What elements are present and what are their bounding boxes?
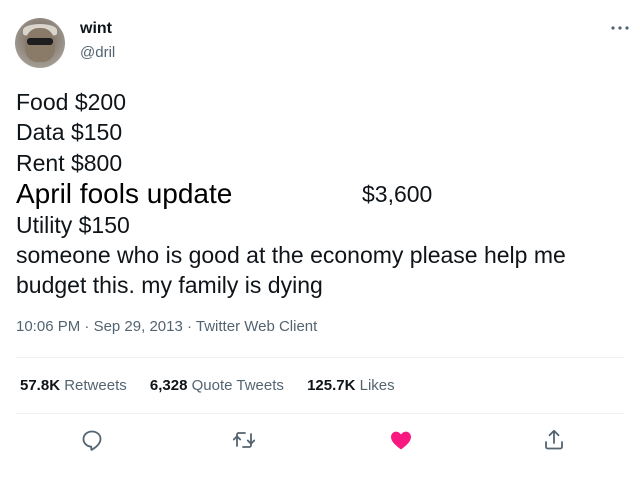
- divider: [16, 357, 624, 358]
- avatar[interactable]: [15, 18, 65, 68]
- retweet-button[interactable]: [230, 426, 258, 454]
- tweet-time[interactable]: 10:06 PM: [16, 318, 80, 335]
- reply-icon: [82, 430, 102, 451]
- tweet-date[interactable]: Sep 29, 2013: [94, 318, 183, 335]
- retweets-label: Retweets: [64, 377, 127, 394]
- divider: [16, 413, 624, 414]
- tweet-actions: [0, 426, 640, 456]
- quote-tweets-label: Quote Tweets: [191, 377, 284, 394]
- user-handle[interactable]: @dril: [80, 44, 115, 61]
- heart-filled-icon: [391, 431, 411, 450]
- tweet-line-april-fools-amount: $3,600: [362, 181, 433, 207]
- like-button[interactable]: [387, 426, 415, 454]
- tweet-line-utility: Utility $150: [16, 212, 130, 238]
- likes-stat[interactable]: 125.7K Likes: [307, 377, 395, 394]
- tweet-metadata: 10:06 PM · Sep 29, 2013 · Twitter Web Cl…: [16, 318, 317, 335]
- meta-separator: ·: [84, 318, 90, 335]
- tweet-line-data: Data $150: [16, 119, 123, 145]
- retweet-icon: [232, 432, 256, 448]
- display-name[interactable]: wint: [80, 20, 112, 38]
- reply-button[interactable]: [78, 426, 106, 454]
- avatar-sunglasses: [27, 38, 53, 45]
- retweets-stat[interactable]: 57.8K Retweets: [20, 377, 127, 394]
- tweet-line-april-fools: April fools update: [16, 178, 233, 209]
- quote-tweets-count: 6,328: [149, 377, 188, 394]
- tweet-line-food: Food $200: [16, 89, 126, 115]
- tweet-client[interactable]: Twitter Web Client: [196, 318, 317, 335]
- tweet-line-budget: budget this. my family is dying: [16, 272, 323, 298]
- quote-tweets-stat[interactable]: 6,328 Quote Tweets: [150, 377, 284, 394]
- meta-separator: ·: [186, 318, 192, 335]
- more-horizontal-icon[interactable]: [608, 20, 632, 36]
- tweet-stats: 57.8K Retweets 6,328 Quote Tweets 125.7K…: [20, 377, 414, 394]
- tweet-line-request: someone who is good at the economy pleas…: [16, 242, 566, 268]
- likes-label: Likes: [359, 377, 395, 394]
- share-button[interactable]: [540, 426, 568, 454]
- share-icon: [545, 429, 563, 450]
- avatar-face: [25, 28, 55, 62]
- retweets-count: 57.8K: [20, 377, 61, 394]
- tweet-line-rent: Rent $800: [16, 150, 123, 176]
- tweet: wint @dril Food $200 Data $150 Rent $800…: [0, 0, 640, 482]
- likes-count: 125.7K: [307, 377, 356, 394]
